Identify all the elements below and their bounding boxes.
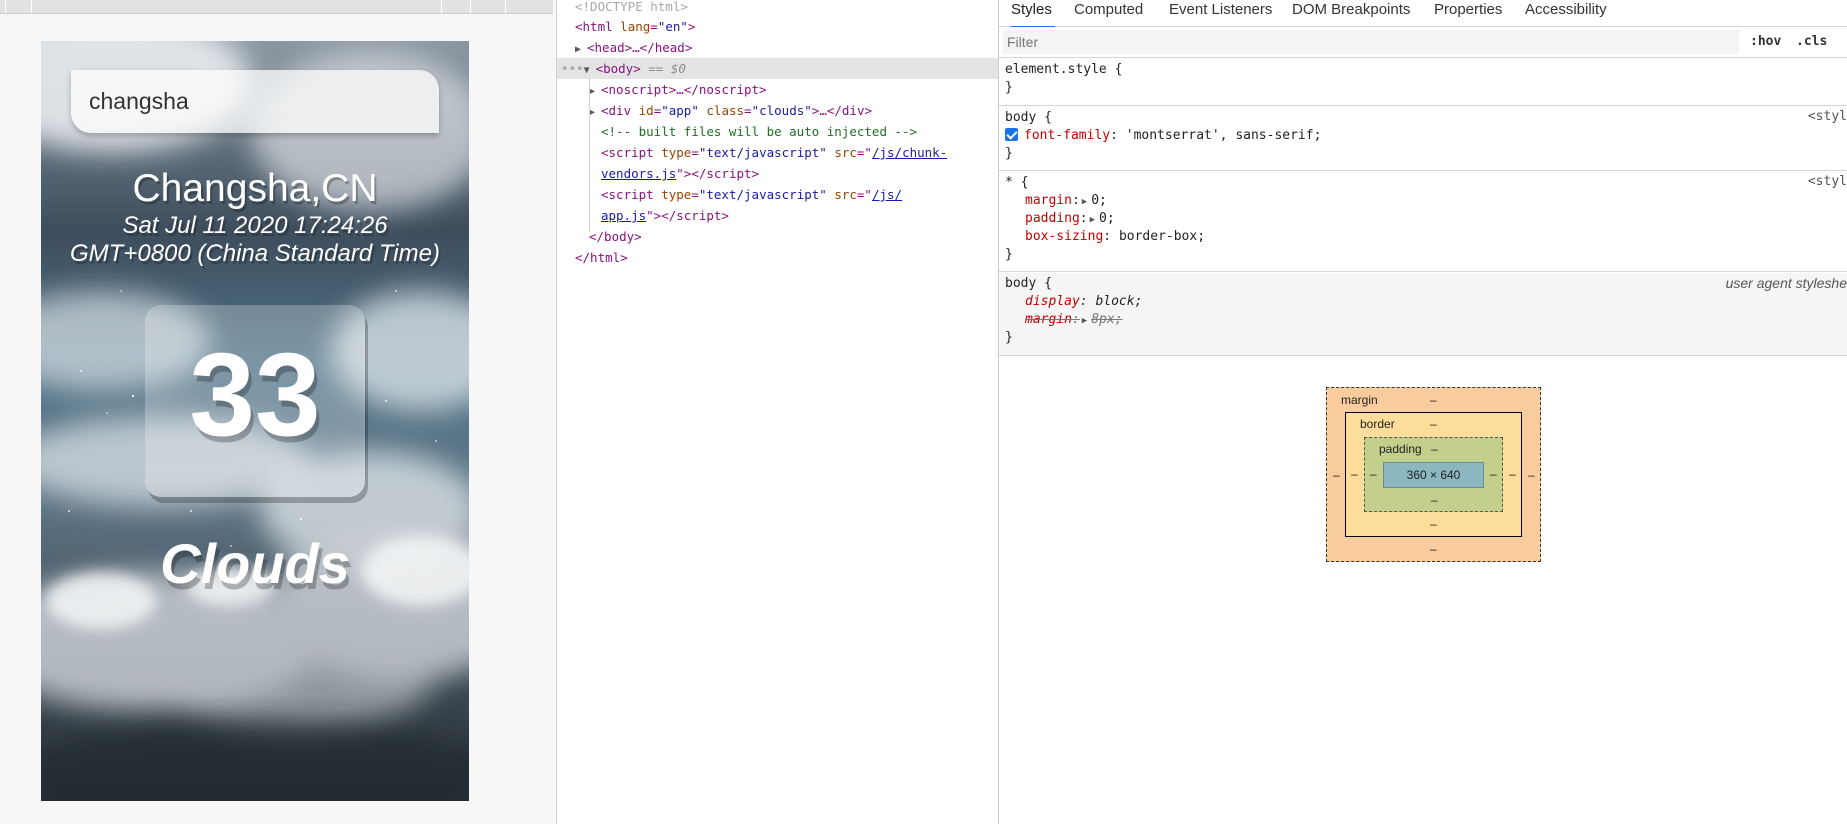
sidebar-tabs: Styles Computed Event Listeners DOM Brea… (999, 0, 1847, 28)
date-line-2: GMT+0800 (China Standard Time) (70, 240, 440, 267)
date-time-text: Sat Jul 11 2020 17:24:26 GMT+0800 (China… (53, 212, 457, 268)
box-model-diagram: margin – – – – border – – – – padding – … (1326, 387, 1541, 562)
head-node[interactable]: ▶ <head>…</head> (557, 37, 998, 58)
hover-state-toggle[interactable]: :hov (1750, 34, 1781, 49)
rule-universal: * { <styl margin: ▶ 0; padding: ▶ 0; box-siz… (999, 172, 1847, 272)
body-node-selected[interactable]: •••▼ <body> == $0 (557, 58, 998, 79)
rule-origin-link[interactable]: <styl (1808, 174, 1847, 189)
script-vendors-node[interactable]: <script type="text/javascript" src="/js/… (557, 142, 998, 163)
temperature-value: 33 (189, 329, 321, 461)
script-src-link[interactable]: app.js (601, 208, 646, 223)
script-src-link[interactable]: /js/ (872, 187, 902, 202)
tree-indent-guide (589, 78, 590, 232)
user-agent-origin: user agent styleshe (1725, 275, 1847, 291)
app-div-node[interactable]: ▶ <div id="app" class="clouds">…</div> (557, 100, 998, 121)
tab-properties[interactable]: Properties (1434, 0, 1502, 26)
rule-body-user-agent: body { user agent styleshe display: bloc… (999, 273, 1847, 356)
expand-arrow-icon[interactable]: ▶ (575, 39, 587, 60)
checkbox-checked-icon[interactable] (1005, 128, 1018, 141)
date-line-1: Sat Jul 11 2020 17:24:26 (122, 212, 388, 239)
expand-arrow-icon[interactable]: ▶ (589, 81, 601, 102)
noscript-node[interactable]: ▶ <noscript>…</noscript> (557, 79, 998, 100)
elements-tree-pane: <!DOCTYPE html> <html lang="en"> ▶ <head>… (557, 0, 999, 824)
display-declaration[interactable]: display: block; (1025, 293, 1142, 311)
weather-app-viewport: Changsha,CN Sat Jul 11 2020 17:24:26 GMT… (41, 41, 469, 801)
filter-row (999, 27, 1847, 58)
tab-dom-breakpoints[interactable]: DOM Breakpoints (1292, 0, 1410, 26)
rule-body-author: body { <styl font-family: 'montserrat', … (999, 107, 1847, 171)
margin-declaration[interactable]: margin: ▶ 0; (1025, 192, 1107, 210)
script-vendors-node-wrap[interactable]: vendors.js"></script> (557, 163, 998, 184)
location-name: Changsha,CN (132, 167, 378, 210)
html-close-node[interactable]: </html> (557, 247, 998, 268)
overridden-margin-declaration[interactable]: margin: ▶ 8px; (1025, 311, 1123, 329)
weather-condition: Clouds (160, 532, 350, 595)
expand-arrow-icon[interactable]: ▶ (1090, 211, 1095, 229)
more-options-icon[interactable]: ••• (561, 61, 584, 76)
script-app-node[interactable]: <script type="text/javascript" src="/js/ (557, 184, 998, 205)
doctype-node[interactable]: <!DOCTYPE html> (557, 0, 998, 17)
device-toolbar[interactable] (0, 0, 553, 14)
body-close-node[interactable]: </body> (557, 226, 998, 247)
city-search-input[interactable] (71, 70, 439, 133)
rule-origin-link[interactable]: <styl (1808, 109, 1847, 124)
expand-arrow-icon[interactable]: ▶ (589, 102, 601, 123)
tab-computed[interactable]: Computed (1074, 0, 1143, 26)
box-sizing-declaration[interactable]: box-sizing: border-box; (1025, 228, 1205, 246)
rule-element-style: element.style { } (999, 59, 1847, 106)
font-family-declaration[interactable]: font-family: 'montserrat', sans-serif; (1005, 127, 1321, 145)
html-node[interactable]: <html lang="en"> (557, 16, 998, 37)
script-src-link[interactable]: /js/chunk- (872, 145, 947, 160)
expand-arrow-icon[interactable]: ▶ (1082, 193, 1087, 211)
tab-event-listeners[interactable]: Event Listeners (1169, 0, 1272, 26)
tab-styles[interactable]: Styles (1011, 0, 1055, 28)
tab-accessibility[interactable]: Accessibility (1525, 0, 1607, 26)
device-preview-pane: Changsha,CN Sat Jul 11 2020 17:24:26 GMT… (0, 0, 557, 824)
styles-pane: Styles Computed Event Listeners DOM Brea… (999, 0, 1847, 824)
padding-declaration[interactable]: padding: ▶ 0; (1025, 210, 1115, 228)
comment-node[interactable]: <!-- built files will be auto injected -… (557, 121, 998, 142)
styles-filter-input[interactable] (1003, 30, 1739, 54)
class-toggle[interactable]: .cls (1796, 34, 1827, 49)
script-src-link[interactable]: vendors.js (601, 166, 676, 181)
box-model-content[interactable]: 360 × 640 (1383, 462, 1484, 488)
temperature-box: 33 (145, 305, 365, 497)
script-app-node-wrap[interactable]: app.js"></script> (557, 205, 998, 226)
